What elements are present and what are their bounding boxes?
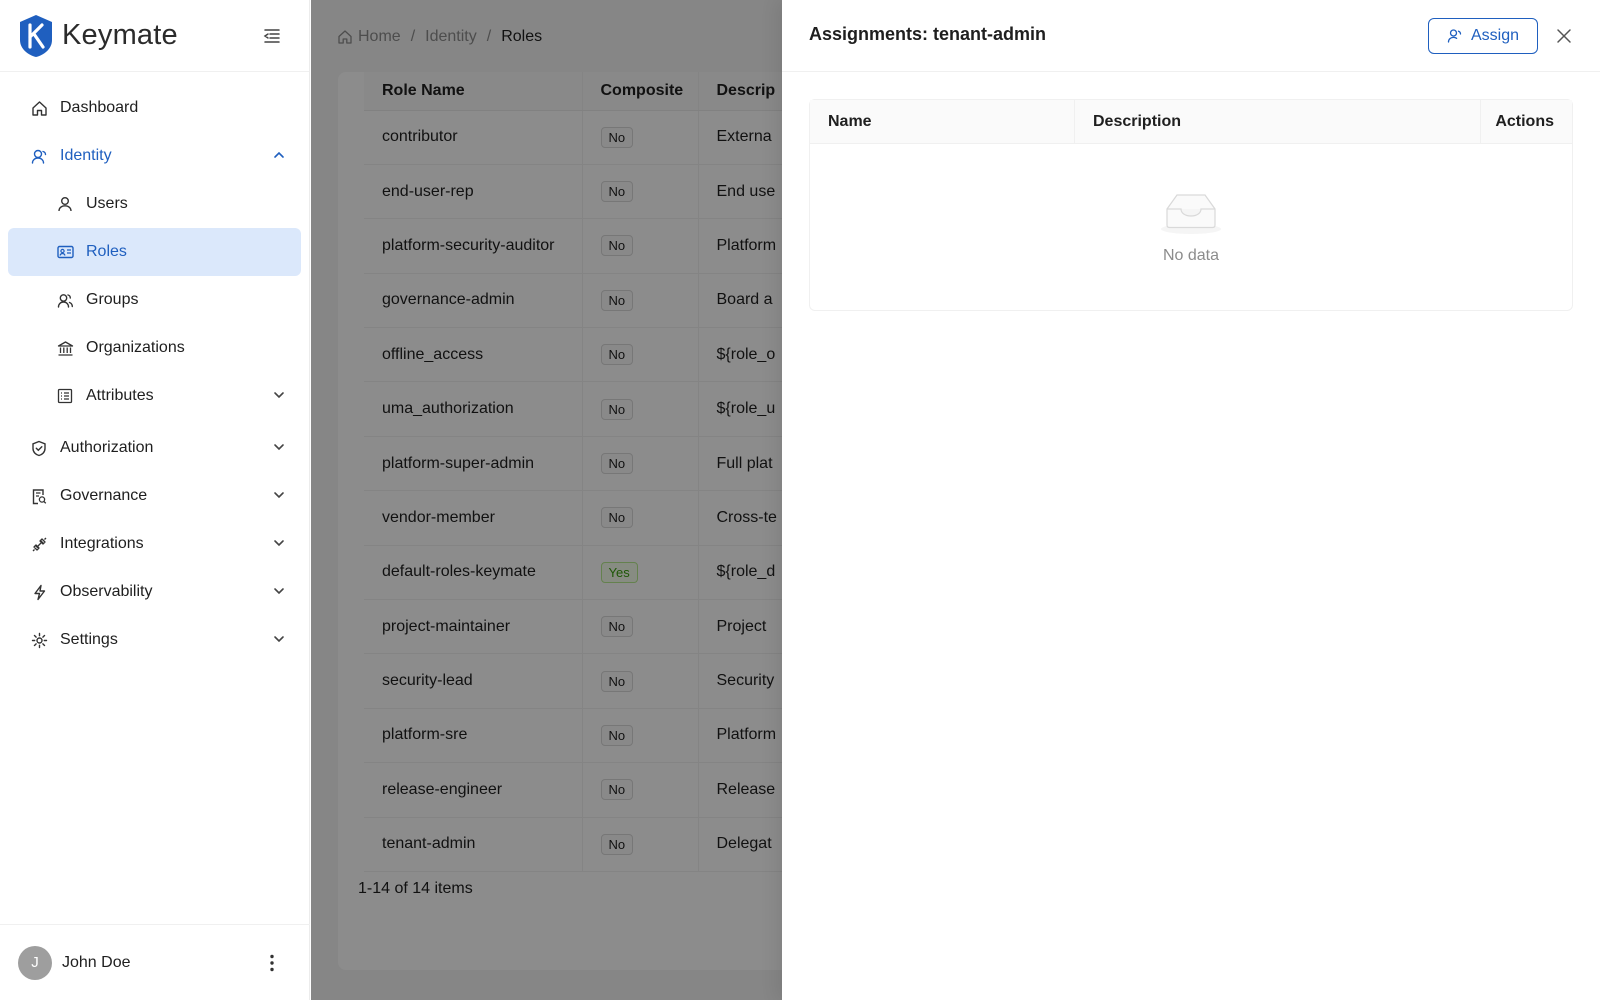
sidebar-item-label: Observability bbox=[60, 583, 153, 600]
sidebar-menu: Dashboard Identity Users Roles Groups Or… bbox=[0, 72, 309, 664]
assignments-table-header: Name Description Actions bbox=[810, 100, 1572, 144]
sidebar-item-label: Governance bbox=[60, 487, 148, 504]
user-icon bbox=[56, 195, 74, 213]
sidebar-item-label: Groups bbox=[86, 291, 139, 308]
sidebar-item-roles[interactable]: Roles bbox=[8, 228, 301, 276]
assign-button-label: Assign bbox=[1470, 27, 1520, 44]
keymate-logo bbox=[20, 14, 52, 57]
sidebar-item-groups[interactable]: Groups bbox=[0, 276, 309, 324]
team-icon bbox=[56, 291, 74, 309]
sidebar: Keymate Dashboard Identity Users Roles G… bbox=[0, 0, 310, 1000]
sidebar-item-observability[interactable]: Observability bbox=[0, 568, 309, 616]
menu-fold-icon[interactable] bbox=[258, 22, 286, 50]
identity-submenu: Users Roles Groups Organizations Attribu… bbox=[0, 180, 309, 420]
sidebar-item-label: Organizations bbox=[86, 339, 185, 356]
brand-name: Keymate bbox=[62, 19, 178, 51]
chevron-down-icon bbox=[274, 392, 284, 399]
sidebar-item-governance[interactable]: Governance bbox=[0, 472, 309, 520]
sidebar-item-authorization[interactable]: Authorization bbox=[0, 424, 309, 472]
user-identity-icon bbox=[30, 147, 48, 165]
sidebar-item-label: Identity bbox=[60, 147, 112, 164]
empty-text: No data bbox=[1162, 247, 1220, 264]
chevron-down-icon bbox=[274, 444, 284, 451]
api-link-icon bbox=[30, 535, 48, 553]
sidebar-item-identity[interactable]: Identity bbox=[0, 132, 309, 180]
id-card-icon bbox=[56, 243, 74, 261]
assignments-drawer: Assignments: tenant-admin Assign Name De… bbox=[782, 0, 1600, 1000]
sidebar-item-label: Users bbox=[86, 195, 128, 212]
sidebar-item-dashboard[interactable]: Dashboard bbox=[0, 84, 309, 132]
home-icon bbox=[30, 99, 48, 117]
bank-icon bbox=[56, 339, 74, 357]
sidebar-item-label: Authorization bbox=[60, 439, 154, 456]
chevron-up-icon bbox=[274, 151, 284, 158]
drawer-header: Assignments: tenant-admin Assign bbox=[782, 0, 1600, 72]
column-header-name: Name bbox=[810, 100, 1075, 143]
avatar: J bbox=[18, 945, 52, 980]
gear-icon bbox=[30, 631, 48, 649]
profile-list-icon bbox=[56, 387, 74, 405]
column-header-description: Description bbox=[1075, 100, 1481, 143]
safety-shield-icon bbox=[30, 439, 48, 457]
chevron-down-icon bbox=[274, 636, 284, 643]
sidebar-item-attributes[interactable]: Attributes bbox=[0, 372, 309, 420]
user-profile[interactable]: J John Doe bbox=[0, 924, 310, 1000]
user-name: John Doe bbox=[62, 953, 131, 971]
chevron-down-icon bbox=[274, 588, 284, 595]
chevron-down-icon bbox=[274, 492, 284, 499]
sidebar-item-label: Settings bbox=[60, 631, 118, 648]
sidebar-item-label: Attributes bbox=[86, 387, 154, 404]
empty-state: No data bbox=[810, 144, 1572, 310]
thunderbolt-icon bbox=[30, 583, 48, 601]
drawer-title: Assignments: tenant-admin bbox=[809, 24, 1047, 44]
close-icon[interactable] bbox=[1552, 24, 1576, 48]
more-vertical-icon[interactable] bbox=[262, 951, 282, 975]
user-add-icon bbox=[1447, 29, 1462, 43]
empty-inbox-icon bbox=[1161, 194, 1221, 234]
assignments-table: Name Description Actions No data bbox=[809, 99, 1573, 311]
sidebar-item-label: Dashboard bbox=[60, 99, 139, 116]
chevron-down-icon bbox=[274, 540, 284, 547]
assign-button[interactable]: Assign bbox=[1428, 18, 1538, 54]
audit-icon bbox=[30, 487, 48, 505]
column-header-actions: Actions bbox=[1495, 112, 1554, 130]
sidebar-item-users[interactable]: Users bbox=[0, 180, 309, 228]
sidebar-item-integrations[interactable]: Integrations bbox=[0, 520, 309, 568]
sidebar-item-label: Integrations bbox=[60, 535, 144, 552]
sidebar-item-settings[interactable]: Settings bbox=[0, 616, 309, 664]
sidebar-item-label: Roles bbox=[86, 243, 127, 260]
sidebar-item-organizations[interactable]: Organizations bbox=[0, 324, 309, 372]
